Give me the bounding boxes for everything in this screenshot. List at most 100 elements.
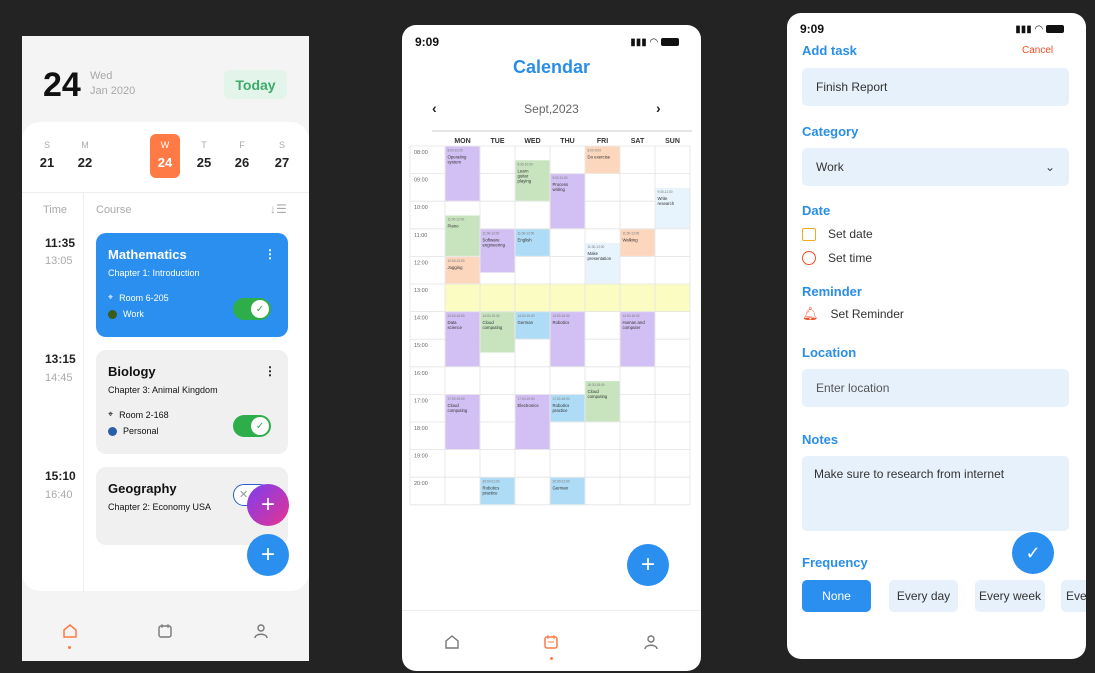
add-fab[interactable]: + [247, 534, 289, 576]
event-time: 17:00-18:00 [553, 397, 570, 401]
signal-icon: ▮▮▮ [1015, 24, 1032, 35]
event-title: computing [588, 394, 608, 399]
category-select[interactable]: Work ⌄ [802, 148, 1069, 186]
event-time: 20:00-21:00 [483, 480, 500, 484]
today-button[interactable]: Today [224, 70, 287, 99]
event-time: 16:30-18:00 [588, 383, 605, 387]
set-reminder-text: Set Reminder [830, 307, 904, 321]
course-start-time: 11:35 [45, 236, 76, 250]
bottom-nav [22, 601, 309, 661]
week-day-letter: F [239, 140, 245, 150]
day-column-label: SUN [665, 138, 680, 145]
location-pin-icon: ⌖ [108, 292, 114, 302]
event-time: 14:00-15:30 [483, 314, 500, 318]
course-tag-text: Personal [123, 426, 159, 436]
profile-icon[interactable] [249, 619, 273, 643]
hour-label: 20:00 [414, 481, 428, 487]
event-title: playing [518, 178, 532, 183]
course-room-text: Room 6-205 [119, 292, 169, 303]
calendar-screen: 9:09 ▮▮▮ ◠ Calendar ‹ Sept,2023 › MON TUE… [402, 25, 701, 671]
schedule-screen: 24 Wed Jan 2020 Today S 21 M 22 W 24 T 2… [22, 36, 309, 661]
course-column-header: Course [96, 204, 132, 216]
event-title: English [518, 237, 533, 242]
bottom-nav [402, 613, 701, 671]
day-column-label: SAT [631, 138, 645, 145]
calendar-icon[interactable] [539, 630, 563, 660]
set-time-row[interactable]: Set time [802, 251, 872, 265]
task-name-input[interactable]: Finish Report [802, 68, 1069, 106]
week-day-mon[interactable]: M 22 [70, 134, 100, 170]
current-month-year: Jan 2020 [90, 85, 136, 97]
week-day-thu[interactable]: T 25 [189, 134, 219, 170]
event-time: 9:30-11:00 [658, 190, 673, 194]
set-time-text: Set time [828, 251, 873, 265]
event-title: computing [448, 408, 468, 413]
event-title: computer [623, 325, 641, 330]
calendar-event-block [655, 187, 690, 229]
week-day-number: 25 [196, 155, 212, 170]
confirm-fab[interactable]: ✓ [1012, 532, 1054, 574]
profile-icon[interactable] [639, 630, 663, 654]
add-fab-gradient[interactable]: + [247, 484, 289, 526]
cancel-button[interactable]: Cancel [1022, 45, 1053, 56]
set-date-row[interactable]: Set date [802, 227, 873, 241]
course-toggle[interactable]: ✓ [233, 415, 271, 437]
course-start-time: 13:15 [45, 352, 76, 366]
schedule-body: S 21 M 22 W 24 T 25 F 26 S 27 Time Cours… [22, 122, 309, 592]
frequency-label: Frequency [802, 555, 868, 570]
home-icon[interactable] [58, 619, 82, 649]
set-reminder-row[interactable]: 🔔︎ Set Reminder [802, 306, 904, 322]
hour-label: 17:00 [414, 398, 428, 404]
course-chapter: Chapter 1: Introduction [108, 268, 200, 278]
frequency-every-month[interactable]: Ever [1061, 580, 1086, 612]
event-title: German [518, 320, 534, 325]
week-day-fri[interactable]: F 26 [227, 134, 257, 170]
location-pin-icon: ⌖ [108, 409, 114, 419]
event-time: 17:00-19:00 [518, 397, 535, 401]
calendar-icon[interactable] [153, 619, 177, 643]
event-title: Jogging [448, 265, 464, 270]
category-value: Work [816, 160, 844, 174]
event-time: 8:00-10:00 [448, 149, 463, 153]
hour-label: 19:00 [414, 454, 428, 460]
notes-textarea[interactable]: Make sure to research from internet [802, 456, 1069, 531]
week-day-sat[interactable]: S 27 [267, 134, 297, 170]
course-card-mathematics[interactable]: Mathematics Chapter 1: Introduction ⌖ Roo… [96, 233, 288, 337]
event-time: 12:00-13:00 [448, 259, 465, 263]
event-title: practice [553, 408, 569, 413]
week-day-letter: W [160, 140, 170, 150]
event-title: Walking [623, 237, 639, 242]
hour-label: 11:00 [414, 233, 427, 239]
more-options-icon[interactable]: ⋮ [264, 364, 276, 378]
hour-label: 10:00 [414, 205, 428, 211]
clock-icon [802, 251, 816, 265]
category-label: Category [802, 124, 859, 139]
add-event-fab[interactable]: + [627, 544, 669, 586]
location-input[interactable]: Enter location [802, 369, 1069, 407]
time-column-divider [83, 192, 84, 592]
course-card-biology[interactable]: Biology Chapter 3: Animal Kingdom ⌖ Room … [96, 350, 288, 454]
event-title: research [658, 201, 675, 206]
plus-icon: + [260, 541, 275, 568]
event-time: 8:00-9:00 [588, 149, 602, 153]
home-icon[interactable] [440, 630, 464, 654]
sort-icon[interactable]: ↓☰ [270, 202, 287, 216]
event-title: writing [553, 187, 566, 192]
current-date-meta: Wed Jan 2020 [90, 69, 135, 99]
frequency-every-week[interactable]: Every week [975, 580, 1045, 612]
hour-label: 13:00 [414, 288, 428, 294]
status-time: 9:09 [800, 22, 825, 36]
frequency-none[interactable]: None [802, 580, 871, 612]
week-day-letter: M [81, 140, 89, 150]
course-title: Biology [108, 364, 156, 379]
hour-label: 16:00 [414, 371, 428, 377]
week-day-sun[interactable]: S 21 [32, 134, 62, 170]
course-toggle[interactable]: ✓ [233, 298, 271, 320]
chevron-down-icon: ⌄ [1044, 160, 1055, 174]
week-day-wed-selected[interactable]: W 24 [150, 134, 180, 178]
frequency-every-day[interactable]: Every day [889, 580, 958, 612]
day-column-label: MON [454, 138, 470, 145]
event-time: 14:00-15:00 [518, 314, 535, 318]
event-title: system [448, 160, 462, 165]
more-options-icon[interactable]: ⋮ [264, 247, 276, 261]
